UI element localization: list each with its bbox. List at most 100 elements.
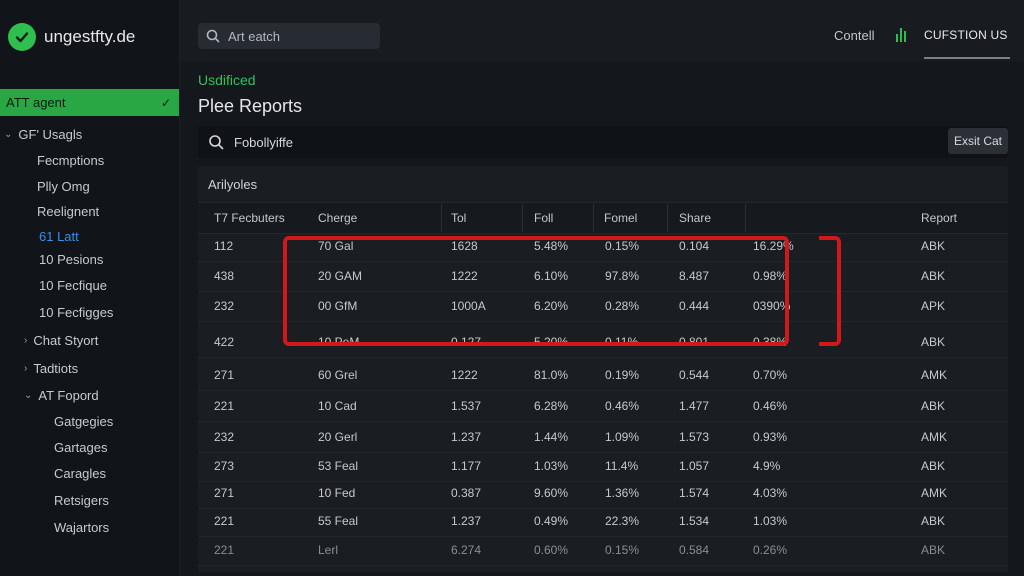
table-row[interactable]: 221 55 Feal 1.237 0.49% 22.3% 1.534 1.03% ABK — [198, 507, 1008, 537]
table-cell: 1.177 — [451, 459, 482, 473]
table-cell: 422 — [214, 335, 235, 349]
table-cell: 1.537 — [451, 399, 482, 413]
search-icon — [206, 29, 220, 43]
global-search-input[interactable]: Art eatch — [198, 23, 380, 49]
page-title: Plee Reports — [198, 96, 303, 116]
table-row[interactable]: 112 70 Gal 1628 5.48% 0.15% 0.104 16.29% ABK — [198, 232, 1008, 262]
breadcrumb[interactable]: Usdificed — [198, 72, 256, 88]
sidebar-group-reports[interactable]: ⌄ AT Fopord — [24, 388, 99, 403]
bar-chart-icon[interactable] — [896, 28, 906, 42]
table-cell: 60 Grel — [318, 368, 358, 382]
column-header[interactable]: Foll — [534, 211, 553, 225]
chevron-right-icon: › — [24, 335, 28, 346]
table-cell: 10 PeM — [318, 335, 360, 349]
sidebar-item[interactable]: Reelignent — [37, 204, 99, 219]
table-cell: 1.44% — [534, 430, 569, 444]
table-cell: 0.801 — [679, 335, 710, 349]
exit-cat-button[interactable]: Exsit Cat — [948, 128, 1008, 154]
table-cell: Lerl — [318, 543, 339, 557]
section-label: Arilyoles — [208, 177, 258, 192]
table-cell: 6.10% — [534, 269, 569, 283]
table-cell: 1.574 — [679, 486, 710, 500]
table-cell: 81.0% — [534, 368, 569, 382]
sidebar-subitem[interactable]: Gatgegies — [54, 414, 113, 429]
table-row[interactable]: 271 10 Fed 0.387 9.60% 1.36% 1.574 4.03% AMK — [198, 479, 1008, 509]
column-header[interactable]: Share — [679, 211, 711, 225]
column-header[interactable]: Report — [921, 211, 957, 225]
table-cell: 1628 — [451, 239, 478, 253]
table-cell: 221 — [214, 514, 235, 528]
table-cell: 20 Gerl — [318, 430, 358, 444]
sidebar-subitem[interactable]: Retsigers — [54, 493, 109, 508]
column-header[interactable]: Tol — [451, 211, 466, 225]
table-cell: 0.544 — [679, 368, 710, 382]
column-divider — [522, 204, 523, 232]
table-cell: 232 — [214, 299, 235, 313]
table-cell: AMK — [921, 368, 948, 382]
table-cell: 0.584 — [679, 543, 710, 557]
sidebar-item-label: Tadtiots — [33, 361, 79, 376]
table-cell: 53 Feal — [318, 459, 359, 473]
table-row[interactable]: 273 53 Feal 1.177 1.03% 11.4% 1.057 4.9% ABK — [198, 452, 1008, 482]
sidebar-item[interactable]: Plly Omg — [37, 179, 90, 194]
table-cell: 271 — [214, 486, 235, 500]
table-cell: 0.60% — [534, 543, 569, 557]
table-cell: ABK — [921, 269, 946, 283]
top-link-contell[interactable]: Contell — [834, 28, 874, 43]
table-cell: 1222 — [451, 368, 478, 382]
table-cell: 70 Gal — [318, 239, 354, 253]
column-header[interactable]: T7 Fecbuters — [214, 211, 285, 225]
table-cell: 10 Cad — [318, 399, 357, 413]
table-row[interactable]: 232 20 Gerl 1.237 1.44% 1.09% 1.573 0.93% AMK — [198, 423, 1008, 453]
sidebar-subitem[interactable]: Caragles — [54, 466, 106, 481]
table-cell: 11.4% — [605, 459, 639, 473]
sidebar-subitem[interactable]: Wajartors — [54, 520, 109, 535]
sidebar-item[interactable]: 10 Fecfigges — [39, 305, 113, 320]
table-cell: 232 — [214, 430, 235, 444]
logo-text: ungestfty.de — [44, 27, 136, 46]
table-cell: 9.60% — [534, 486, 569, 500]
table-cell: 0.15% — [605, 543, 640, 557]
table-cell: ABK — [921, 335, 946, 349]
table-cell: 5.20% — [534, 335, 569, 349]
sidebar-item-link[interactable]: 61 Latt — [39, 229, 79, 244]
sidebar-item[interactable]: 10 Pesions — [39, 252, 103, 267]
table-cell: 0.70% — [753, 368, 788, 382]
table-cell: AMK — [921, 430, 948, 444]
table-cell: 438 — [214, 269, 235, 283]
table-row[interactable]: 271 60 Grel 1222 81.0% 0.19% 0.544 0.70% AMK — [198, 361, 1008, 391]
sidebar-group-tools[interactable]: › Tadtiots — [24, 361, 78, 376]
table-cell: 0.28% — [605, 299, 640, 313]
table-row[interactable]: 422 10 PeM 0.127 5.20% 0.11% 0.801 0.38% ABK — [198, 328, 1008, 358]
table-cell: 271 — [214, 368, 235, 382]
table-cell: 5.48% — [534, 239, 569, 253]
table-row[interactable]: 221 10 Cad 1.537 6.28% 0.46% 1.477 0.46% ABK — [198, 392, 1008, 422]
table-cell: 4.03% — [753, 486, 788, 500]
table-row[interactable]: 232 00 GfM 1000A 6.20% 0.28% 0.444 0390% APK — [198, 292, 1008, 322]
sidebar-item[interactable]: 10 Fecfique — [39, 278, 107, 293]
table-cell: 16.29% — [753, 239, 794, 253]
app-logo[interactable]: ungestfty.de — [8, 22, 135, 52]
report-search-input[interactable]: Fobollyiffe — [198, 126, 1008, 158]
contact-us-button[interactable]: CUFSTION US — [924, 28, 1008, 42]
table-row[interactable]: 438 20 GAM 1222 6.10% 97.8% 8.487 0.98% ABK — [198, 262, 1008, 292]
chevron-down-icon: ⌄ — [24, 390, 33, 401]
sidebar-group-usage[interactable]: ⌄ GF' Usagls — [4, 127, 82, 142]
column-divider — [745, 204, 746, 232]
table-row[interactable]: 221 Lerl 6.274 0.60% 0.15% 0.584 0.26% ABK — [198, 536, 1008, 566]
column-divider — [667, 204, 668, 232]
sidebar-item-label: AT Fopord — [38, 388, 99, 403]
table-cell: 0.93% — [753, 430, 788, 444]
search-icon — [209, 135, 224, 150]
checkmark-icon: ✓ — [160, 95, 171, 110]
table-cell: ABK — [921, 239, 946, 253]
table-cell: APK — [921, 299, 946, 313]
table-cell: 1.03% — [534, 459, 569, 473]
column-header[interactable]: Cherge — [318, 211, 357, 225]
sidebar-subitem[interactable]: Gartages — [54, 440, 107, 455]
chevron-down-icon: ⌄ — [4, 129, 13, 140]
sidebar-item[interactable]: Fecmptions — [37, 153, 104, 168]
sidebar-item-active[interactable]: ATT agent ✓ — [0, 89, 179, 116]
column-header[interactable]: Fomel — [604, 211, 637, 225]
sidebar-group-chat[interactable]: › Chat Styort — [24, 333, 98, 348]
